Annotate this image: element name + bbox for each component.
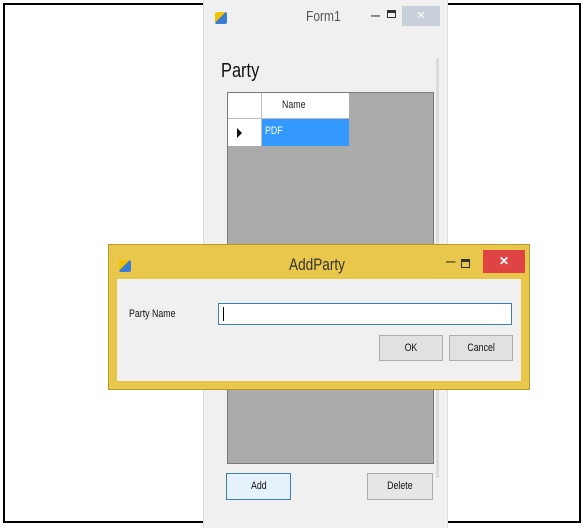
maximize-icon[interactable]	[461, 259, 470, 268]
text-caret	[223, 307, 224, 321]
dialog-body: Party Name OK Cancel	[117, 279, 521, 381]
add-button[interactable]: Add	[226, 473, 291, 500]
maximize-icon[interactable]	[387, 10, 396, 18]
form1-titlebar: Form1 – ✕	[204, 3, 449, 31]
party-group-label: Party	[221, 60, 260, 82]
delete-button[interactable]: Delete	[367, 473, 433, 500]
addparty-dialog: AddParty – ✕ Party Name OK Cancel	[108, 244, 530, 390]
delete-button-label: Delete	[387, 480, 413, 492]
grid-column-header-name[interactable]: Name	[262, 93, 349, 119]
app-icon	[119, 260, 131, 272]
grid-cell-selected[interactable]: PDF	[262, 119, 349, 146]
cancel-button-label: Cancel	[467, 342, 495, 354]
ok-button[interactable]: OK	[379, 335, 443, 361]
ok-button-label: OK	[404, 342, 418, 354]
close-icon[interactable]: ✕	[483, 250, 525, 273]
row-selector-arrow-icon	[237, 128, 242, 138]
app-icon	[215, 12, 227, 24]
grid-cell-text: PDF	[265, 125, 283, 137]
grid-row-header[interactable]	[228, 119, 262, 146]
party-name-label: Party Name	[129, 308, 176, 320]
form1-title: Form1	[306, 8, 341, 25]
party-name-input[interactable]	[218, 303, 512, 325]
add-button-label: Add	[250, 480, 267, 492]
minimize-icon[interactable]: –	[446, 251, 455, 271]
column-header-label: Name	[282, 99, 306, 111]
close-icon[interactable]: ✕	[402, 6, 440, 26]
dialog-title: AddParty	[289, 255, 345, 274]
minimize-icon[interactable]: –	[371, 7, 380, 25]
cancel-button[interactable]: Cancel	[449, 335, 513, 361]
grid-corner-header[interactable]	[228, 93, 262, 119]
